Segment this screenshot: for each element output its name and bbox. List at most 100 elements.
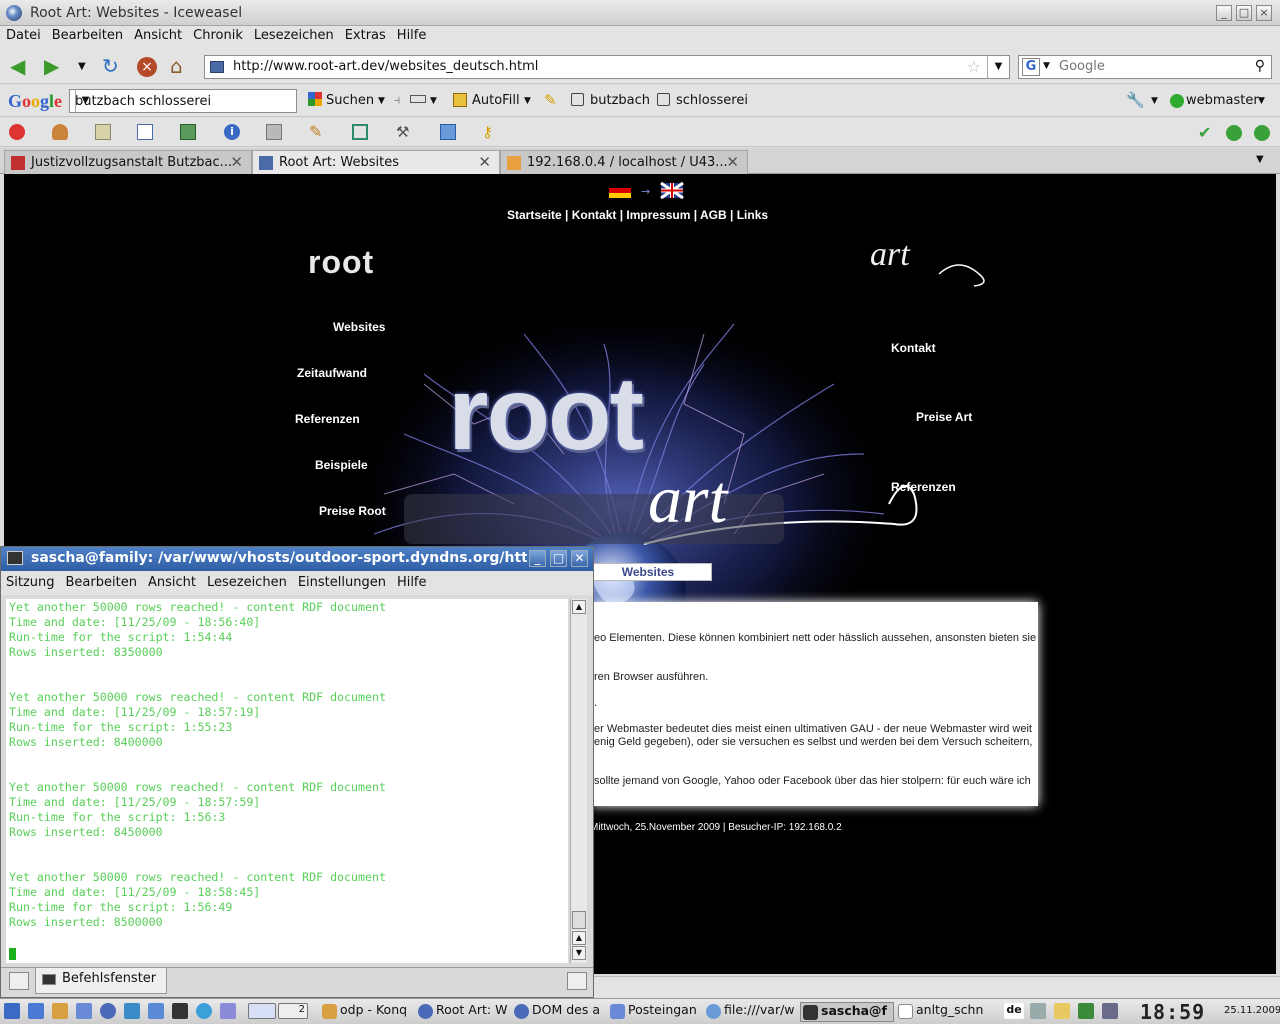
bookmark-star-icon[interactable]: ☆ [967,57,981,76]
search-icon[interactable]: ⚲ [1255,58,1265,74]
view-source-icon[interactable] [440,124,456,140]
forward-icon[interactable]: ▶ [44,56,59,76]
logo-art[interactable]: art [870,236,910,274]
desktop-2-pager[interactable]: 2 [278,1003,308,1019]
engine-dropdown-icon[interactable]: ▼ [1043,61,1050,71]
tools-icon[interactable]: ⚒ [396,124,412,140]
volume-icon[interactable] [1030,1003,1046,1019]
tab-justizvollzugsanstalt[interactable]: Justizvollzugsanstalt Butzbac... ✕ [4,150,252,174]
messenger-icon[interactable] [196,1003,212,1019]
nav-referenzen-art[interactable]: Referenzen [891,480,956,494]
highlight-dropdown-icon[interactable]: ▼ [430,96,437,106]
images-icon[interactable] [180,124,196,140]
nav-websites[interactable]: Websites [333,320,385,334]
settings-dropdown-icon[interactable]: ▼ [1151,96,1158,106]
search-input[interactable] [1059,59,1249,74]
terminal-area[interactable]: Yet another 50000 rows reached! - conten… [6,599,568,963]
scroll-down-icon[interactable]: ▼ [572,946,586,960]
js-valid-icon[interactable] [1254,125,1270,141]
tab-close-icon[interactable]: ✕ [726,153,739,171]
menu-hilfe[interactable]: Hilfe [391,26,432,43]
nav-zeitaufwand[interactable]: Zeitaufwand [297,366,367,380]
close-button[interactable]: × [1256,5,1272,21]
tab-list-icon[interactable]: ▼ [1256,154,1264,165]
menu-lesezeichen[interactable]: Lesezeichen [202,571,293,590]
menu-lesezeichen[interactable]: Lesezeichen [248,26,339,43]
konsole-minimize-button[interactable]: _ [529,550,546,567]
konsole-close-button[interactable]: ✕ [571,550,588,567]
autofill-dropdown-icon[interactable]: ▼ [524,96,531,106]
task-posteingang[interactable]: Posteingan [608,1002,702,1022]
nav-kontakt[interactable]: Kontakt [891,341,936,355]
query-dropdown-icon[interactable]: ▼ [75,90,95,112]
miscellaneous-icon[interactable] [266,124,282,140]
scroll-up-icon[interactable]: ▲ [572,931,586,945]
home-folder-icon[interactable] [52,1003,68,1019]
maximize-button[interactable]: □ [1236,5,1252,21]
css-valid-icon[interactable]: ✔ [1198,123,1211,142]
task-anltg[interactable]: anltg_schn [896,1002,996,1022]
scroll-thumb[interactable] [572,911,586,929]
task-dom-inspector[interactable]: DOM des a [512,1002,604,1022]
menu-chronik[interactable]: Chronik [187,26,248,43]
top-navigation[interactable]: Startseite | Kontakt | Impressum | AGB |… [507,208,768,222]
session-tab[interactable]: Befehlsfenster [35,968,167,994]
suchen-button[interactable]: Suchen [326,93,374,108]
google-query-input[interactable]: butzbach schlosserei ▼ [69,89,297,113]
scroll-up-icon[interactable]: ▲ [572,600,586,614]
tab-close-icon[interactable]: ✕ [478,153,491,171]
search-engine-icon[interactable]: G [1022,58,1040,76]
clock[interactable]: 18:59 [1140,1000,1205,1024]
nav-beispiele[interactable]: Beispiele [315,458,368,472]
nav-referenzen[interactable]: Referenzen [295,412,360,426]
task-konsole-sascha[interactable]: sascha@f [800,1002,894,1022]
konsole-maximize-button[interactable]: □ [550,550,567,567]
term-schlosserei[interactable]: schlosserei [676,93,748,108]
terminal-scrollbar[interactable]: ▲ ▲ ▼ [570,599,587,963]
suchen-dropdown-icon[interactable]: ▼ [378,96,385,106]
back-icon[interactable]: ◀ [10,56,25,76]
stop-icon[interactable]: × [137,57,157,77]
window-titlebar[interactable]: Root Art: Websites - Iceweasel _ □ × [0,0,1280,26]
desktop-icon[interactable] [28,1003,44,1019]
menu-bearbeiten[interactable]: Bearbeiten [46,26,128,43]
konsole-titlebar[interactable]: sascha@family: /var/www/vhosts/outdoor-s… [1,547,593,571]
new-session-icon[interactable] [9,972,29,990]
konqueror-icon[interactable] [76,1003,92,1019]
menu-hilfe[interactable]: Hilfe [392,571,433,590]
close-session-icon[interactable] [567,972,587,990]
office-icon[interactable] [220,1003,236,1019]
update-icon[interactable] [1102,1003,1118,1019]
options-icon[interactable]: ⚷ [482,124,498,140]
tab-phpmyadmin[interactable]: 192.168.0.4 / localhost / U43... ✕ [500,150,748,174]
konsole-window[interactable]: sascha@family: /var/www/vhosts/outdoor-s… [0,546,594,998]
url-bar[interactable]: http://www.root-art.dev/websites_deutsch… [204,55,1010,79]
nav-preise-root[interactable]: Preise Root [319,504,386,518]
wrench-icon[interactable]: 🔧 [1126,91,1145,109]
disable-icon[interactable] [9,124,25,140]
task-odp-konqueror[interactable]: odp - Konq [320,1002,410,1022]
menu-datei[interactable]: Datei [0,26,46,43]
tab-root-art[interactable]: Root Art: Websites ✕ [252,150,500,174]
desktop-1-pager[interactable] [248,1003,276,1019]
search-box[interactable]: G ▼ ⚲ [1018,55,1272,79]
kmenu-icon[interactable] [4,1003,20,1019]
iceweasel-icon[interactable] [100,1003,116,1019]
forms-icon[interactable] [137,124,153,140]
term-butzbach[interactable]: butzbach [590,93,650,108]
url-dropdown-icon[interactable]: ▼ [987,56,1009,78]
cookies-icon[interactable] [52,124,68,140]
html-valid-icon[interactable] [1226,125,1242,141]
network-icon[interactable] [1078,1003,1094,1019]
virtualbox-icon[interactable] [124,1003,140,1019]
keyboard-layout-icon[interactable]: de [1004,1003,1024,1019]
history-dropdown-icon[interactable]: ▼ [78,61,86,72]
highlight-icon[interactable] [410,95,426,103]
pen-icon[interactable]: ✎ [544,91,557,109]
outline-icon[interactable]: ✎ [309,124,325,140]
menu-extras[interactable]: Extras [339,26,391,43]
account-dropdown-icon[interactable]: ▼ [1258,96,1265,106]
menu-bearbeiten[interactable]: Bearbeiten [61,571,143,590]
menu-ansicht[interactable]: Ansicht [143,571,202,590]
tab-close-icon[interactable]: ✕ [230,153,243,171]
